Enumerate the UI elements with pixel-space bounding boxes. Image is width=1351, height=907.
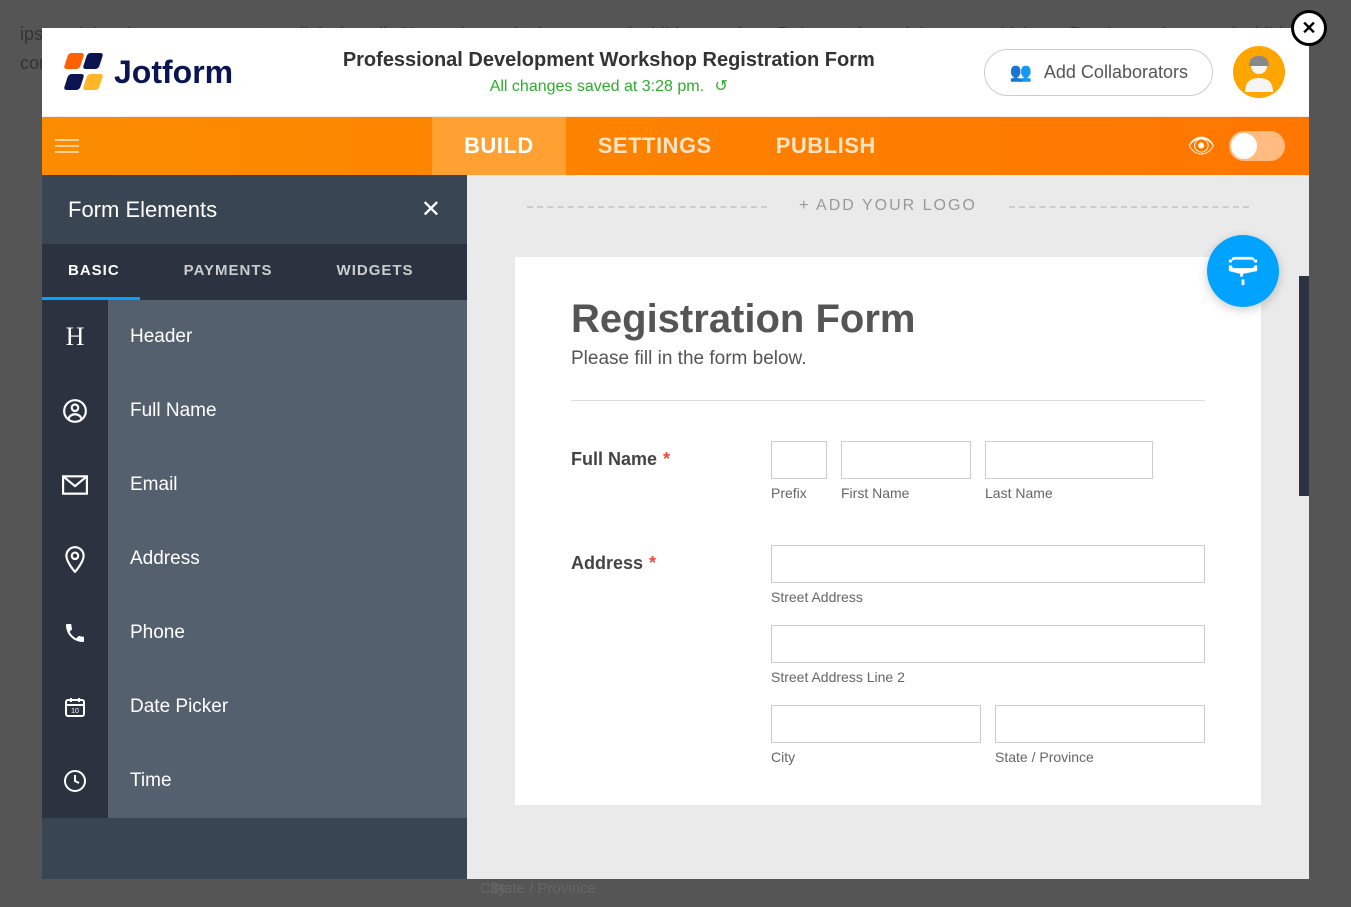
sublabel-firstname: First Name bbox=[841, 485, 971, 501]
header: Jotform Professional Development Worksho… bbox=[42, 28, 1309, 117]
sidebar-title: Form Elements bbox=[68, 197, 217, 223]
field-address[interactable]: Address* Street Address Street Address L… bbox=[571, 545, 1205, 765]
element-email[interactable]: Email bbox=[42, 448, 467, 522]
elements-list: H Header Full Name Email Address P bbox=[42, 300, 467, 879]
element-label: Email bbox=[108, 448, 467, 522]
element-label: Phone bbox=[108, 596, 467, 670]
field-fullname[interactable]: Full Name* Prefix First Name bbox=[571, 441, 1205, 501]
tab-settings[interactable]: SETTINGS bbox=[566, 117, 744, 175]
sublabel-street2: Street Address Line 2 bbox=[771, 669, 1205, 685]
modal: Jotform Professional Development Worksho… bbox=[42, 28, 1309, 879]
tabbar: BUILD SETTINGS PUBLISH 👁 bbox=[42, 117, 1309, 175]
phone-icon bbox=[42, 596, 108, 670]
close-button[interactable] bbox=[1291, 10, 1327, 46]
scrollbar[interactable] bbox=[1299, 276, 1309, 496]
preview-icon[interactable]: 👁 bbox=[1187, 133, 1215, 159]
sublabel-prefix: Prefix bbox=[771, 485, 827, 501]
element-label: Header bbox=[108, 300, 467, 374]
required-indicator: * bbox=[649, 553, 656, 573]
user-icon bbox=[42, 374, 108, 448]
toggle-switch[interactable] bbox=[1229, 131, 1285, 161]
state-input[interactable] bbox=[995, 705, 1205, 743]
street2-input[interactable] bbox=[771, 625, 1205, 663]
field-label: Full Name* bbox=[571, 441, 771, 501]
firstname-input[interactable] bbox=[841, 441, 971, 479]
sublabel-state: State / Province bbox=[995, 749, 1205, 765]
mail-icon bbox=[42, 448, 108, 522]
right-controls: 👁 bbox=[1187, 131, 1309, 161]
title-area: Professional Development Workshop Regist… bbox=[253, 49, 964, 96]
save-status: All changes saved at 3:28 pm. ↺ bbox=[253, 76, 964, 96]
field-inputs: Street Address Street Address Line 2 Cit… bbox=[771, 545, 1205, 765]
element-label: Time bbox=[108, 744, 467, 818]
sublabel-street: Street Address bbox=[771, 589, 1205, 605]
city-input[interactable] bbox=[771, 705, 981, 743]
clock-icon bbox=[42, 744, 108, 818]
sidebar: Form Elements ✕ BASIC PAYMENTS WIDGETS H… bbox=[42, 175, 467, 879]
element-header[interactable]: H Header bbox=[42, 300, 467, 374]
element-address[interactable]: Address bbox=[42, 522, 467, 596]
footer-row: City State / Province bbox=[210, 870, 1351, 907]
tab-publish[interactable]: PUBLISH bbox=[744, 117, 908, 175]
body: Form Elements ✕ BASIC PAYMENTS WIDGETS H… bbox=[42, 175, 1309, 879]
sublabel-lastname: Last Name bbox=[985, 485, 1153, 501]
street-input[interactable] bbox=[771, 545, 1205, 583]
canvas: + ADD YOUR LOGO Registration Form Please… bbox=[467, 175, 1309, 879]
field-inputs: Prefix First Name Last Name bbox=[771, 441, 1205, 501]
footer-city: City bbox=[210, 880, 490, 897]
undo-icon[interactable]: ↺ bbox=[715, 76, 728, 96]
lastname-input[interactable] bbox=[985, 441, 1153, 479]
sidebar-header: Form Elements ✕ bbox=[42, 175, 467, 244]
form-heading[interactable]: Registration Form bbox=[571, 297, 1205, 342]
element-tab-payments[interactable]: PAYMENTS bbox=[140, 244, 317, 300]
element-datepicker[interactable]: 10 Date Picker bbox=[42, 670, 467, 744]
paint-roller-icon bbox=[1226, 254, 1260, 288]
logo-text: Jotform bbox=[114, 54, 233, 91]
form-card: Registration Form Please fill in the for… bbox=[515, 257, 1261, 805]
sublabel-city: City bbox=[771, 749, 981, 765]
avatar[interactable] bbox=[1233, 46, 1285, 98]
element-tab-widgets[interactable]: WIDGETS bbox=[317, 244, 434, 300]
main-tabs: BUILD SETTINGS PUBLISH bbox=[432, 117, 908, 175]
field-label: Address* bbox=[571, 545, 771, 765]
avatar-icon bbox=[1239, 52, 1279, 92]
svg-text:10: 10 bbox=[71, 708, 79, 715]
element-phone[interactable]: Phone bbox=[42, 596, 467, 670]
header-icon: H bbox=[42, 300, 108, 374]
hamburger-icon[interactable] bbox=[42, 117, 92, 175]
element-label: Address bbox=[108, 522, 467, 596]
required-indicator: * bbox=[663, 449, 670, 469]
element-tabs: BASIC PAYMENTS WIDGETS bbox=[42, 244, 467, 300]
divider bbox=[571, 400, 1205, 401]
close-icon[interactable]: ✕ bbox=[421, 195, 441, 224]
paint-roller-button[interactable] bbox=[1207, 235, 1279, 307]
element-label: Date Picker bbox=[108, 670, 467, 744]
jotform-logo-icon bbox=[66, 53, 104, 91]
tab-build[interactable]: BUILD bbox=[432, 117, 566, 175]
footer-state: State / Province bbox=[490, 880, 596, 897]
logo[interactable]: Jotform bbox=[66, 53, 233, 91]
element-label: Full Name bbox=[108, 374, 467, 448]
people-icon: 👥 bbox=[1009, 62, 1031, 83]
element-fullname[interactable]: Full Name bbox=[42, 374, 467, 448]
add-logo-placeholder[interactable]: + ADD YOUR LOGO bbox=[467, 175, 1309, 237]
pin-icon bbox=[42, 522, 108, 596]
form-title[interactable]: Professional Development Workshop Regist… bbox=[253, 49, 964, 72]
add-collaborators-button[interactable]: 👥 Add Collaborators bbox=[984, 49, 1213, 96]
calendar-icon: 10 bbox=[42, 670, 108, 744]
element-tab-basic[interactable]: BASIC bbox=[42, 244, 140, 300]
element-time[interactable]: Time bbox=[42, 744, 467, 818]
prefix-input[interactable] bbox=[771, 441, 827, 479]
form-subheading[interactable]: Please fill in the form below. bbox=[571, 348, 1205, 370]
